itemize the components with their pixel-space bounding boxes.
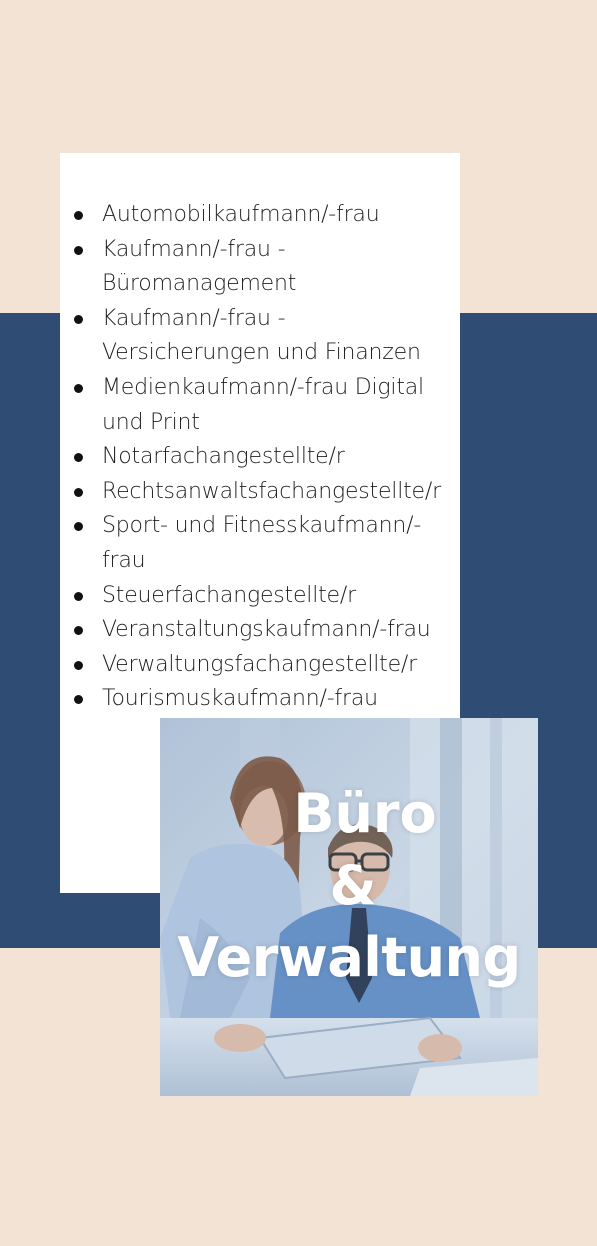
job-label: Kaufmann/-frau - Versicherungen und Fina… <box>102 305 421 366</box>
list-item: Veranstaltungskaufmann/-frau <box>60 613 460 648</box>
bullet-icon <box>74 383 83 393</box>
bullet-icon <box>74 626 83 636</box>
bullet-icon <box>74 245 83 255</box>
photo-title-line2: & <box>329 854 377 917</box>
bullet-icon <box>74 695 83 705</box>
job-label: Kaufmann/-frau - Büromanagement <box>102 236 297 297</box>
list-item: Sport- und Fitnesskaufmann/-frau <box>60 509 460 578</box>
bullet-icon <box>74 487 83 497</box>
job-label: Sport- und Fitnesskaufmann/-frau <box>102 513 422 573</box>
job-label: Medienkaufmann/-frau Digital und Print <box>102 374 424 435</box>
list-item: Medienkaufmann/-frau Digital und Print <box>60 371 460 440</box>
list-item: Rechtsanwaltsfachangestellte/r <box>60 475 460 510</box>
office-photo: Büro & Verwaltung <box>160 718 538 1096</box>
photo-title-line1: Büro <box>293 782 437 845</box>
bullet-icon <box>74 660 83 670</box>
photo-title-line3: Verwaltung <box>177 926 521 989</box>
job-label: Verwaltungsfachangestellte/r <box>102 651 417 677</box>
bullet-icon <box>74 453 83 463</box>
job-list: Automobilkaufmann/-frau Kaufmann/-frau -… <box>60 198 460 717</box>
job-label: Tourismuskaufmann/-frau <box>102 686 378 712</box>
job-label: Veranstaltungskaufmann/-frau <box>102 617 431 643</box>
list-item: Verwaltungsfachangestellte/r <box>60 648 460 683</box>
bullet-icon <box>74 211 83 220</box>
list-item: Automobilkaufmann/-frau <box>60 198 460 233</box>
bullet-icon <box>74 522 83 532</box>
job-label: Rechtsanwaltsfachangestellte/r <box>102 478 441 504</box>
list-item: Kaufmann/-frau - Versicherungen und Fina… <box>60 302 460 371</box>
job-label: Automobilkaufmann/-frau <box>102 202 380 227</box>
list-item: Steuerfachangestellte/r <box>60 579 460 614</box>
photo-title: Büro & Verwaltung <box>160 778 538 994</box>
bullet-icon <box>74 591 83 601</box>
list-item: Kaufmann/-frau - Büromanagement <box>60 233 460 302</box>
bullet-icon <box>74 314 83 324</box>
job-label: Notarfachangestellte/r <box>102 444 345 470</box>
list-item: Notarfachangestellte/r <box>60 440 460 475</box>
list-item: Tourismuskaufmann/-frau <box>60 682 460 717</box>
job-label: Steuerfachangestellte/r <box>102 582 356 608</box>
